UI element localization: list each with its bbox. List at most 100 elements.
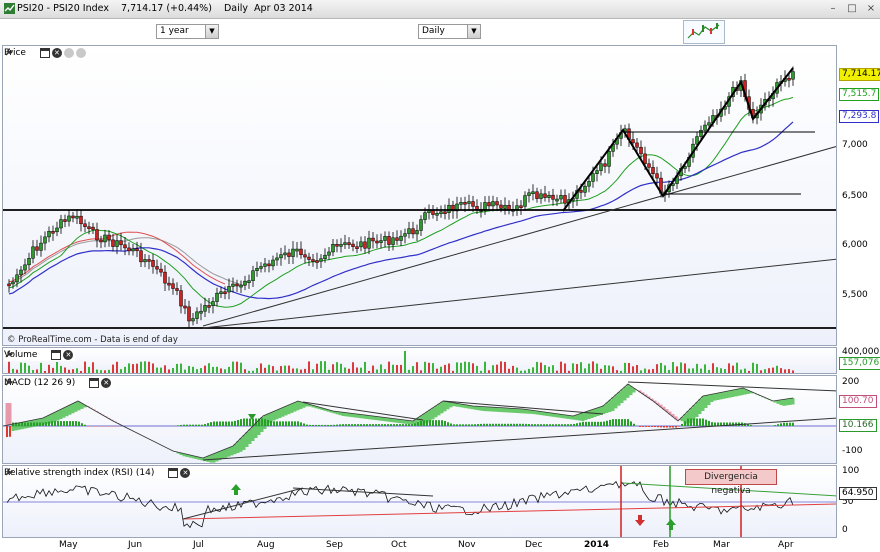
- wrench-icon[interactable]: [5, 378, 87, 388]
- candle-body: [167, 282, 171, 286]
- histogram-bar: [444, 421, 446, 426]
- histogram-bar: [693, 418, 695, 426]
- histogram-bar: [609, 419, 611, 426]
- histogram-bar: [435, 420, 437, 426]
- histogram-bar: [75, 421, 77, 426]
- histogram-bar: [525, 423, 527, 426]
- chart-style-button[interactable]: [683, 20, 725, 44]
- candle-body: [79, 215, 83, 225]
- histogram-bar: [276, 421, 278, 426]
- candle-body: [503, 204, 507, 209]
- settings-icon[interactable]: [63, 48, 74, 58]
- window-icon[interactable]: [39, 48, 50, 58]
- volume-bar: [324, 361, 326, 373]
- rsi-axis: 100 50 0 64.950: [838, 465, 880, 538]
- window-icon[interactable]: [89, 378, 100, 388]
- period-select[interactable]: 1 year ▼: [156, 24, 219, 39]
- wrench-icon[interactable]: [5, 48, 38, 58]
- histogram-bar: [345, 424, 347, 426]
- candle-body: [271, 259, 275, 267]
- candle-body: [83, 223, 87, 227]
- close-window-button[interactable]: ×: [865, 3, 877, 14]
- candle-body: [47, 230, 51, 238]
- window-icon[interactable]: [168, 468, 179, 478]
- histogram-bar: [303, 423, 305, 426]
- volume-bar: [656, 364, 658, 373]
- add-icon[interactable]: [75, 48, 86, 58]
- close-icon[interactable]: ✕: [101, 378, 112, 388]
- volume-bar: [644, 368, 646, 373]
- volume-bar: [352, 362, 354, 373]
- axis-tick: 5,500: [842, 290, 868, 300]
- candle-body: [131, 248, 135, 252]
- wrench-icon[interactable]: [5, 468, 166, 478]
- candle-body: [59, 219, 63, 229]
- volume-bar: [76, 368, 78, 373]
- volume-bar: [216, 366, 218, 373]
- histogram-bar: [471, 424, 473, 426]
- minimize-button[interactable]: –: [827, 3, 839, 14]
- chevron-down-icon[interactable]: ▼: [205, 25, 218, 38]
- histogram-bar: [522, 423, 524, 426]
- volume-bar: [660, 362, 662, 373]
- candle-body: [519, 205, 523, 208]
- histogram-bar: [372, 424, 374, 426]
- volume-pane[interactable]: Volume ✕: [2, 347, 837, 374]
- candle-body: [547, 194, 551, 198]
- histogram-bar: [618, 419, 620, 426]
- volume-bar: [396, 364, 398, 373]
- volume-bar: [712, 363, 714, 373]
- histogram-bar: [540, 424, 542, 426]
- wrench-icon[interactable]: [5, 350, 49, 360]
- candle-body: [587, 181, 591, 187]
- volume-bar: [552, 365, 554, 373]
- volume-bar: [300, 369, 302, 373]
- close-icon[interactable]: ✕: [180, 468, 191, 478]
- volume-bar: [752, 362, 754, 373]
- histogram-bar: [477, 424, 479, 426]
- volume-chart: [8, 351, 794, 373]
- histogram-bar: [561, 424, 563, 426]
- volume-bar: [320, 361, 322, 373]
- candle-body: [351, 243, 355, 247]
- histogram-bar: [339, 424, 341, 426]
- histogram-bar: [681, 423, 683, 426]
- volume-bar: [188, 365, 190, 373]
- histogram-bar: [582, 421, 584, 426]
- volume-bar: [292, 368, 294, 373]
- histogram-bar: [429, 420, 431, 426]
- candle-body: [11, 281, 15, 285]
- candle-body: [307, 256, 311, 260]
- candle-body: [655, 173, 659, 179]
- close-icon[interactable]: ✕: [63, 350, 74, 360]
- volume-bar: [332, 364, 334, 373]
- histogram-bar: [69, 421, 71, 426]
- volume-bar: [748, 370, 750, 373]
- maximize-button[interactable]: □: [846, 3, 858, 14]
- volume-bar: [440, 366, 442, 373]
- volume-bar: [548, 366, 550, 373]
- candle-body: [639, 147, 643, 155]
- volume-bar: [720, 368, 722, 373]
- volume-bar: [160, 367, 162, 373]
- histogram-bar: [645, 426, 647, 427]
- month-label: Apr: [778, 540, 794, 550]
- volume-bar: [696, 363, 698, 373]
- candle-body: [175, 288, 179, 291]
- volume-bar: [144, 361, 146, 373]
- histogram-bar: [570, 424, 572, 426]
- macd-pane[interactable]: MACD (12 26 9) ✕: [2, 375, 837, 464]
- price-pane[interactable]: Price ✕ © ProRealTime.com - Data is end o…: [2, 45, 837, 346]
- histogram-bar: [651, 426, 653, 427]
- volume-bar: [460, 362, 462, 373]
- candle-body: [139, 250, 143, 263]
- candle-body: [263, 263, 267, 267]
- close-icon[interactable]: ✕: [51, 48, 62, 58]
- volume-bar: [544, 365, 546, 373]
- chevron-down-icon[interactable]: ▼: [467, 25, 480, 38]
- rsi-badge: 64.950: [839, 487, 877, 500]
- window-icon[interactable]: [51, 350, 62, 360]
- interval-select[interactable]: Daily ▼: [418, 24, 481, 39]
- histogram-bar: [48, 421, 50, 426]
- candle-body: [599, 163, 603, 171]
